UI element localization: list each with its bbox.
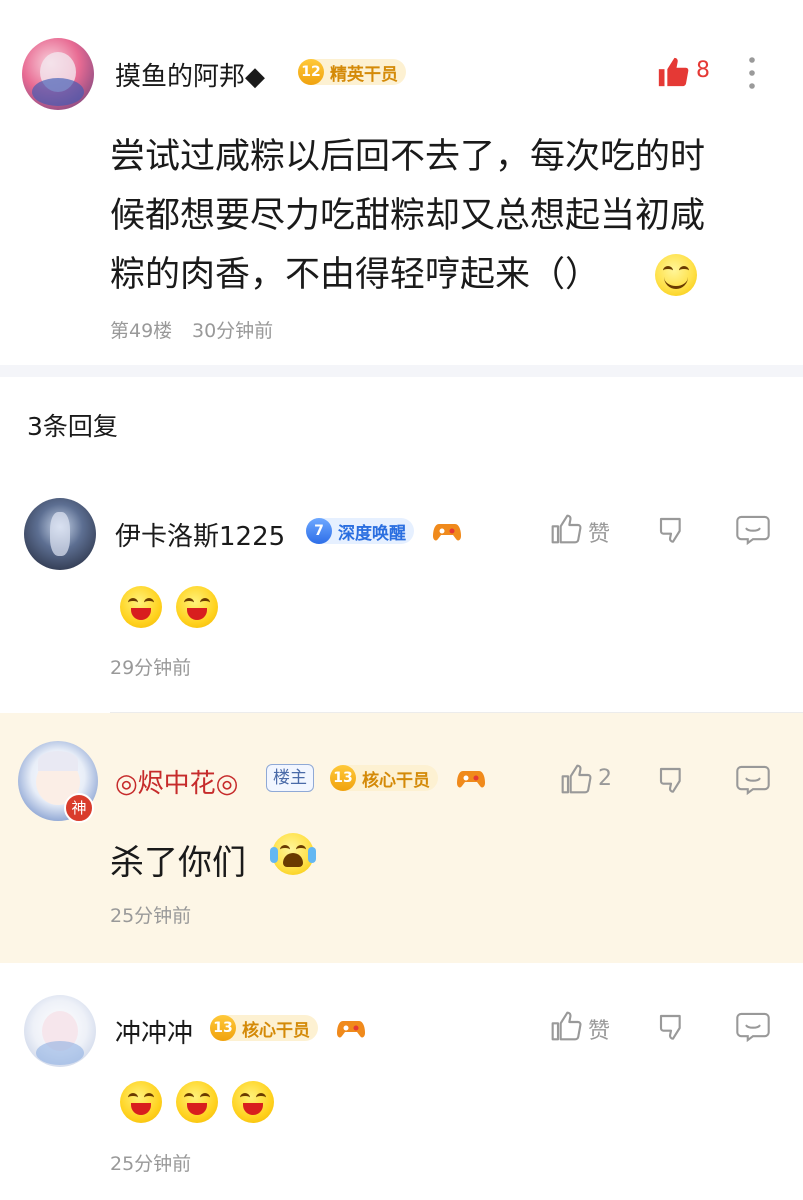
gamepad-icon: [433, 524, 461, 541]
dislike-icon[interactable]: [657, 1011, 689, 1045]
thumbs-up-icon: [561, 764, 592, 794]
level-title: 深度唤醒: [338, 523, 406, 544]
reply-author-name[interactable]: 伊卡洛斯1225: [115, 516, 285, 553]
level-badge: 7 深度唤醒: [306, 518, 414, 544]
grin-emoji-icon: [232, 1081, 274, 1123]
reply-time: 25分钟前: [110, 905, 192, 927]
level-title: 精英干员: [330, 64, 398, 85]
level-number: 13: [330, 765, 356, 791]
level-title: 核心干员: [362, 770, 430, 791]
reply-time: 29分钟前: [110, 657, 192, 679]
avatar-badge: 神: [64, 793, 94, 823]
reply-time: 25分钟前: [110, 1153, 192, 1175]
like-button[interactable]: 8: [656, 54, 716, 90]
thumbs-up-icon: [658, 57, 689, 87]
gamepad-icon: [337, 1021, 365, 1038]
grin-emoji-icon: [120, 586, 162, 628]
comment-icon[interactable]: [736, 514, 770, 546]
gamepad-icon: [457, 771, 485, 788]
reply-avatar[interactable]: [24, 498, 96, 570]
level-badge: 12 精英干员: [298, 59, 406, 85]
thumbs-up-icon: [551, 514, 582, 544]
reply-like-label: 赞: [588, 522, 611, 547]
reply-like-count: 2: [598, 766, 612, 791]
post-time: 30分钟前: [192, 320, 274, 342]
crying-laugh-emoji-icon: [270, 833, 316, 875]
like-count: 8: [696, 58, 710, 83]
reply-item-host: 神 ◎烬中花◎ 楼主 13 核心干员 2 杀了你们 25分钟前: [0, 713, 803, 963]
host-tag: 楼主: [266, 764, 314, 792]
level-number: 12: [298, 59, 324, 85]
level-badge: 13 核心干员: [210, 1015, 318, 1041]
more-vertical-icon[interactable]: [747, 56, 757, 90]
grin-emoji-icon: [176, 1081, 218, 1123]
post-content: 尝试过咸粽以后回不去了，每次吃的时 候都想要尽力吃甜粽却又总想起当初咸 粽的肉香…: [110, 128, 790, 305]
level-number: 7: [306, 518, 332, 544]
comment-icon[interactable]: [736, 764, 770, 796]
comment-icon[interactable]: [736, 1011, 770, 1043]
grin-emoji-icon: [655, 254, 697, 296]
post-line: 尝试过咸粽以后回不去了，每次吃的时: [110, 137, 706, 177]
post-author-name[interactable]: 摸鱼的阿邦◆: [115, 56, 265, 93]
reply-item: 冲冲冲 13 核心干员 赞 25分钟前: [0, 963, 803, 1200]
level-number: 13: [210, 1015, 236, 1041]
replies-header: 3条回复: [27, 412, 118, 441]
grin-emoji-icon: [176, 586, 218, 628]
reply-content: 杀了你们: [110, 835, 246, 884]
level-title: 核心干员: [242, 1020, 310, 1041]
reply-like-button[interactable]: 赞: [550, 510, 620, 550]
dislike-icon[interactable]: [657, 764, 689, 798]
main-post: 摸鱼的阿邦◆ 12 精英干员 8 尝试过咸粽以后回不去了，每次吃的时 候都想要尽…: [0, 0, 803, 365]
reply-like-button[interactable]: 赞: [550, 1007, 620, 1047]
post-line-text: 粽的肉香，不由得轻哼起来（）: [110, 255, 601, 295]
reply-avatar[interactable]: [24, 995, 96, 1067]
dislike-icon[interactable]: [657, 514, 689, 548]
post-line: 候都想要尽力吃甜粽却又总想起当初咸: [110, 196, 706, 236]
reply-like-button[interactable]: 2: [560, 760, 620, 800]
reply-like-label: 赞: [588, 1019, 611, 1044]
level-badge: 13 核心干员: [330, 765, 438, 791]
reply-content-text: 杀了你们: [110, 843, 246, 883]
thumbs-up-icon: [551, 1011, 582, 1041]
post-floor: 第49楼: [110, 320, 173, 342]
section-divider: [0, 365, 803, 377]
reply-author-name[interactable]: ◎烬中花◎: [115, 763, 238, 800]
post-author-avatar[interactable]: [22, 38, 94, 110]
post-line: 粽的肉香，不由得轻哼起来（）: [110, 246, 790, 305]
reply-author-name[interactable]: 冲冲冲: [115, 1013, 193, 1050]
grin-emoji-icon: [120, 1081, 162, 1123]
reply-item: 伊卡洛斯1225 7 深度唤醒 赞 29分钟前: [0, 480, 803, 712]
